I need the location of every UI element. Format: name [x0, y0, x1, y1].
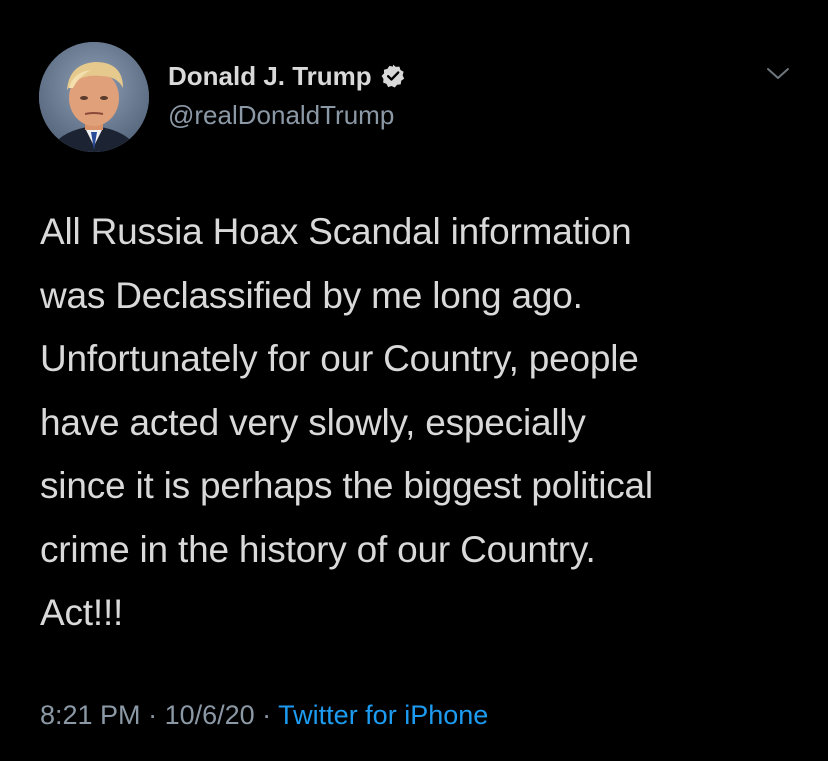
avatar[interactable]: [39, 42, 149, 152]
verified-badge-icon: [380, 63, 406, 89]
author-name-row: Donald J. Trump: [168, 60, 406, 92]
author-handle[interactable]: @realDonaldTrump: [168, 100, 394, 131]
tweet-text: All Russia Hoax Scandal information was …: [40, 211, 653, 633]
author-display-name[interactable]: Donald J. Trump: [168, 61, 372, 92]
tweet-meta: 8:21 PM · 10/6/20 · Twitter for iPhone: [40, 697, 488, 733]
tweet-card: Donald J. Trump @realDonaldTrump All Rus…: [0, 0, 828, 761]
meta-separator: ·: [140, 700, 165, 730]
profile-photo-icon: [39, 42, 149, 152]
tweet-date[interactable]: 10/6/20: [165, 700, 255, 730]
meta-separator-2: ·: [254, 700, 279, 730]
tweet-time[interactable]: 8:21 PM: [40, 700, 141, 730]
chevron-down-icon[interactable]: [764, 64, 792, 84]
tweet-source-link[interactable]: Twitter for iPhone: [278, 700, 488, 730]
